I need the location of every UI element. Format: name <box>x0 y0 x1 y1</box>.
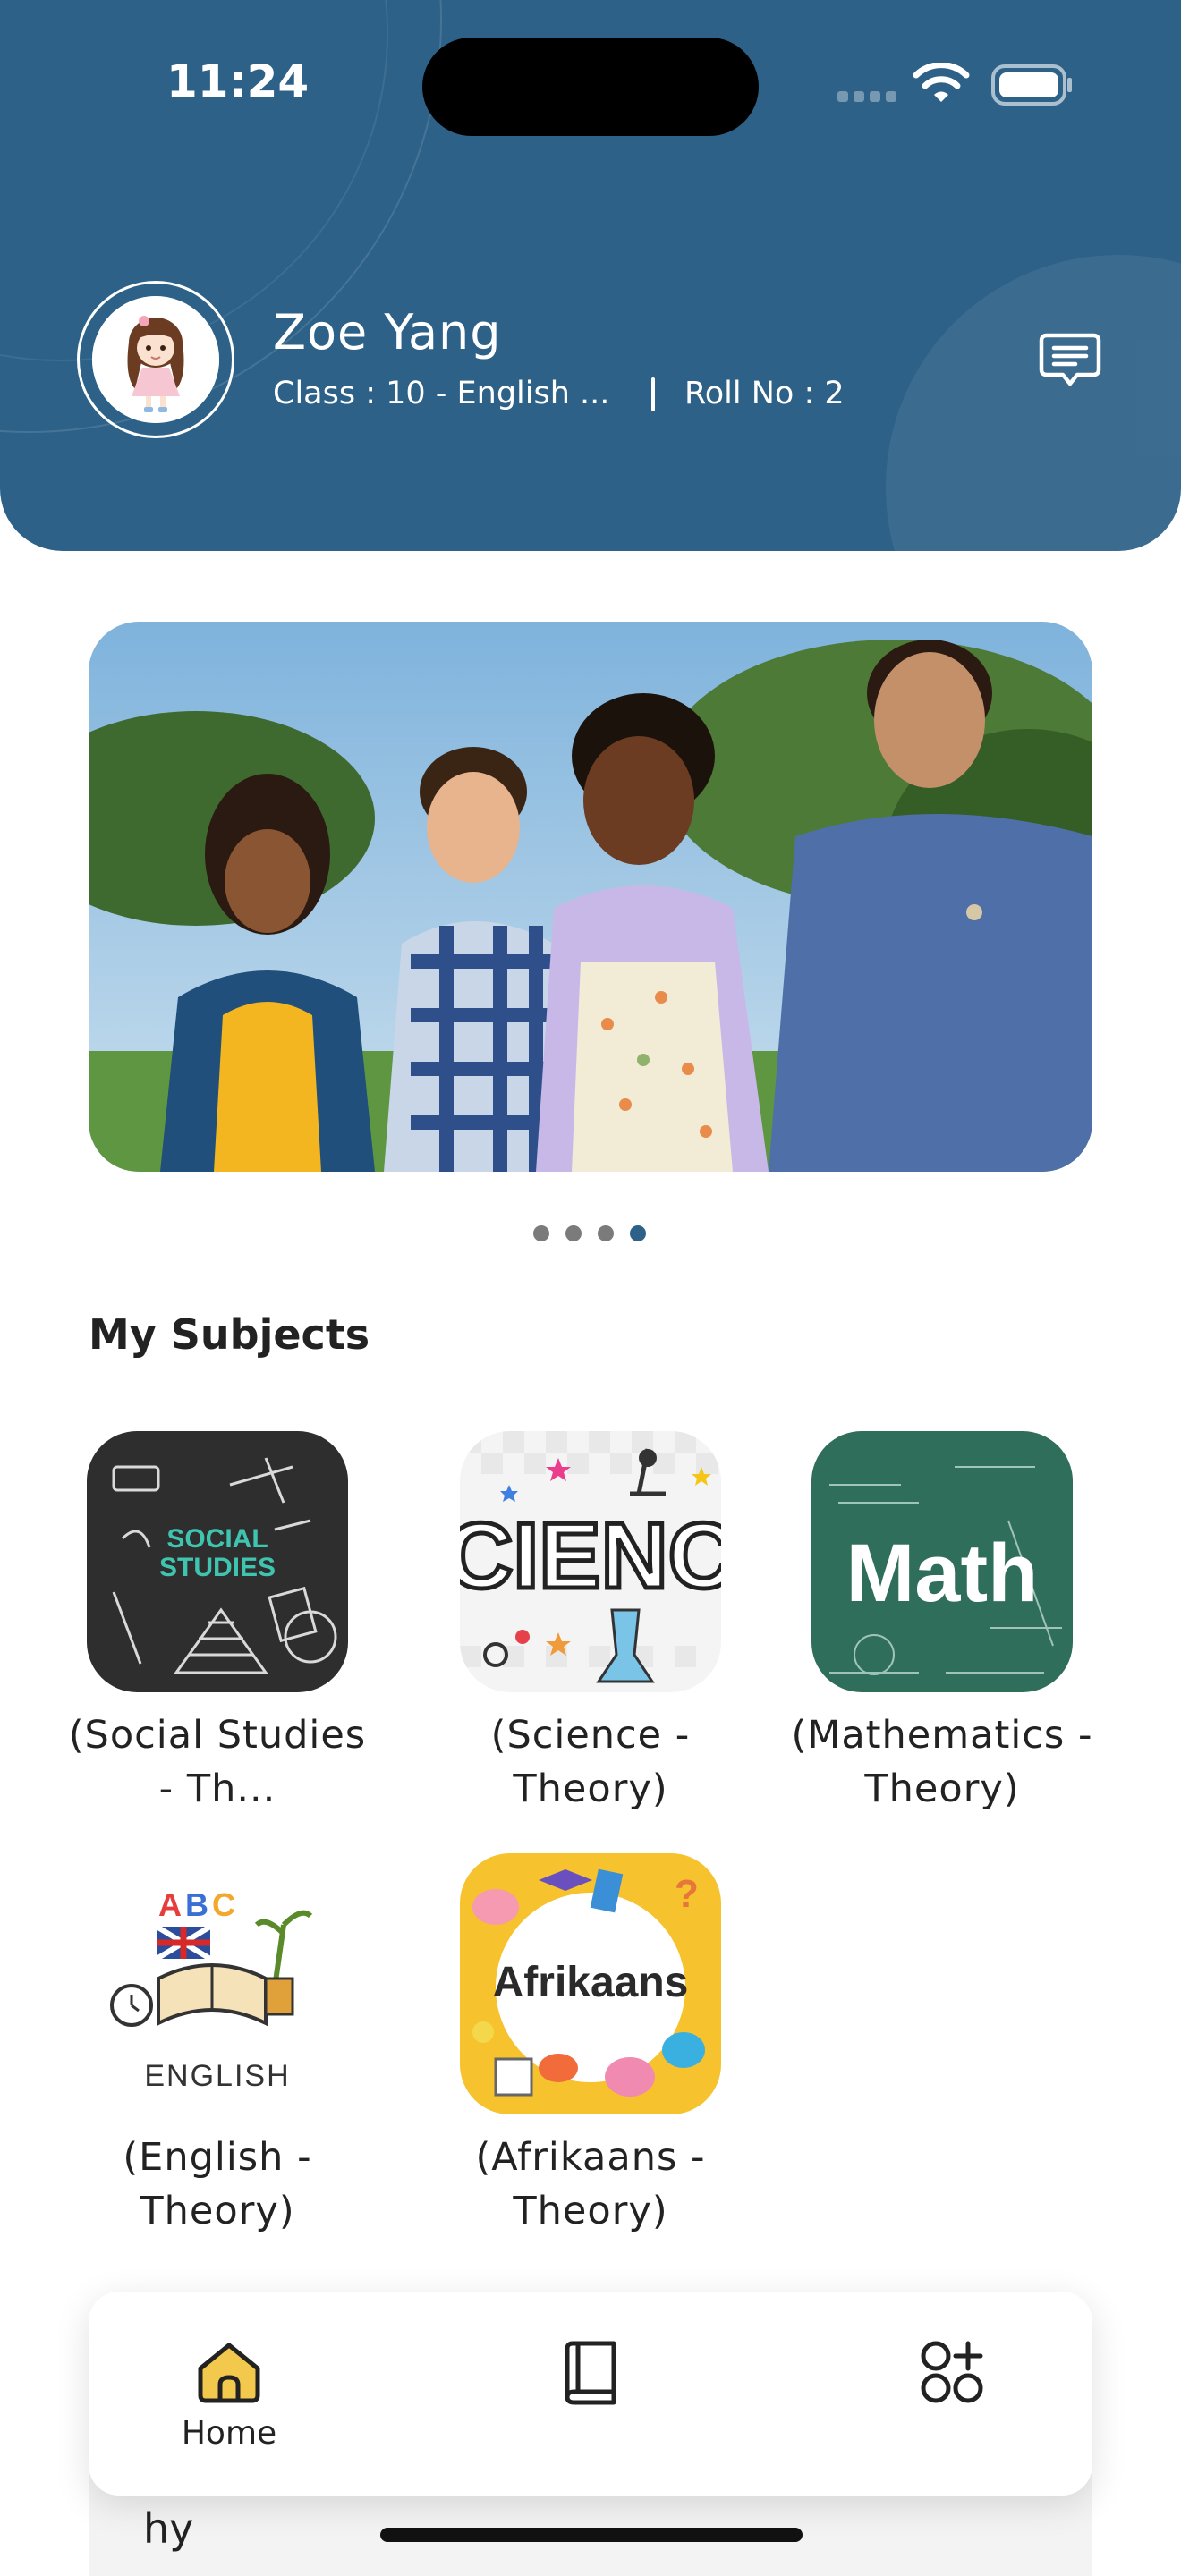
book-icon <box>565 2341 616 2405</box>
signal-icon <box>870 91 880 102</box>
student-name: Zoe Yang <box>273 304 502 360</box>
signal-icon <box>854 91 864 102</box>
subject-thumbnail: ? Afrikaans <box>460 1853 721 2114</box>
banner-carousel-image[interactable] <box>89 622 1092 1172</box>
subject-social-studies[interactable]: SOCIAL STUDIES (Social Studies - Th... <box>61 1431 374 1816</box>
subject-art-text: Afrikaans <box>493 1959 689 2006</box>
home-icon <box>198 2343 260 2403</box>
nav-home[interactable]: Home <box>113 2292 345 2496</box>
subject-mathematics[interactable]: Math (Mathematics - Theory) <box>786 1431 1099 1816</box>
subject-label: (Afrikaans - Theory) <box>475 2135 706 2233</box>
svg-text:C: C <box>212 1886 235 1923</box>
battery-icon <box>991 64 1072 106</box>
subject-english[interactable]: A B C ENGLISH (English - Theory) <box>61 1853 374 2238</box>
bottom-navigation: Home <box>89 2292 1092 2496</box>
carousel-dot[interactable] <box>533 1225 549 1241</box>
dynamic-island <box>422 38 759 136</box>
subject-thumbnail: Math <box>811 1431 1073 1692</box>
subject-afrikaans[interactable]: ? Afrikaans (Afrikaans - Theory) <box>434 1853 747 2238</box>
home-indicator <box>380 2528 803 2542</box>
messages-button[interactable] <box>1036 326 1104 394</box>
nav-more-apps[interactable] <box>836 2292 1068 2496</box>
nav-subjects[interactable] <box>474 2292 707 2496</box>
svg-text:A: A <box>158 1886 182 1923</box>
status-time: 11:24 <box>166 55 310 107</box>
apps-plus-icon <box>921 2341 983 2403</box>
avatar[interactable] <box>77 281 234 438</box>
subject-art-text: SOCIAL <box>166 1524 268 1554</box>
carousel-dot[interactable] <box>598 1225 614 1241</box>
subject-thumbnail: CIENC <box>460 1431 721 1692</box>
subject-thumbnail: A B C ENGLISH <box>87 1853 348 2114</box>
carousel-dot[interactable] <box>565 1225 582 1241</box>
svg-text:B: B <box>185 1886 208 1923</box>
section-title: My Subjects <box>89 1310 370 1359</box>
subject-science[interactable]: CIENC (Science - Theory) <box>434 1431 747 1816</box>
profile-header: 11:24 Zoe Yang Class: 10 - English ... … <box>0 0 1181 551</box>
list-peek-text: hy <box>143 2504 194 2553</box>
subject-label: (Mathematics - Theory) <box>791 1713 1093 1811</box>
subject-thumbnail: SOCIAL STUDIES <box>87 1431 348 1692</box>
header-decoration-circle <box>886 255 1181 551</box>
subject-label: (Social Studies - Th... <box>68 1713 367 1811</box>
carousel-dot-active[interactable] <box>630 1225 646 1241</box>
wifi-icon <box>913 63 970 102</box>
signal-icon <box>886 91 896 102</box>
nav-home-label: Home <box>181 2415 277 2452</box>
avatar-image <box>92 296 219 423</box>
message-icon <box>1039 333 1101 386</box>
roll-number: Roll No : 2 <box>684 376 845 411</box>
subject-art-text: STUDIES <box>159 1553 276 1582</box>
svg-text:?: ? <box>675 1872 699 1916</box>
signal-icon <box>837 91 848 102</box>
class-info: Class : 10 - English ... <box>273 376 610 411</box>
subject-art-text: Math <box>846 1528 1039 1619</box>
subject-art-text: CIENC <box>460 1504 721 1608</box>
subject-label: (English - Theory) <box>123 2135 312 2233</box>
subject-label: (Science - Theory) <box>490 1713 691 1811</box>
info-divider <box>651 377 655 411</box>
subject-art-text: ENGLISH <box>144 2059 290 2093</box>
